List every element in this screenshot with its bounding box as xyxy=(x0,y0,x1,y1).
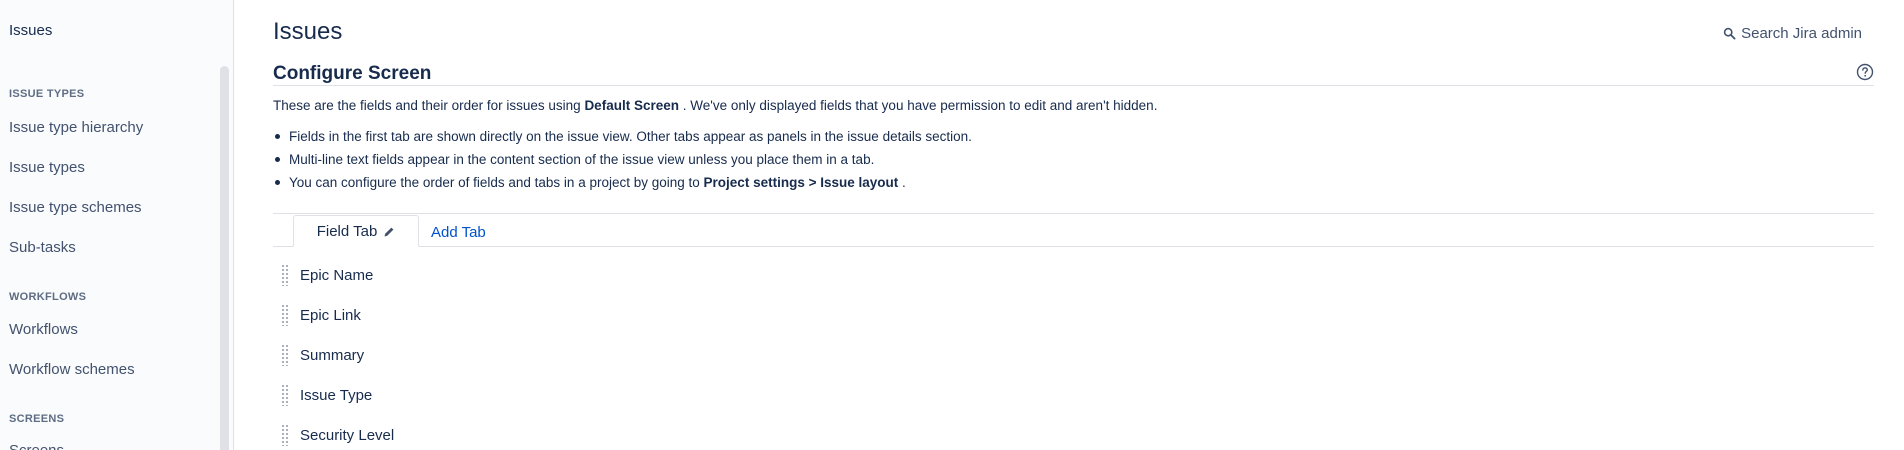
sidebar-item-screens[interactable]: Screens xyxy=(9,442,64,450)
configure-screen-title: Configure Screen xyxy=(273,63,432,84)
pencil-icon[interactable] xyxy=(383,225,395,237)
page-title: Issues xyxy=(273,18,343,45)
search-jira-admin-button[interactable]: Search Jira admin xyxy=(1723,25,1862,42)
info-bullet-text: You can configure the order of fields an… xyxy=(289,175,700,190)
sidebar-scrollbar[interactable] xyxy=(220,66,229,450)
field-label: Epic Name xyxy=(300,266,374,284)
sidebar-item-issue-type-hierarchy[interactable]: Issue type hierarchy xyxy=(9,119,143,136)
project-settings-path: Project settings > Issue layout xyxy=(703,175,899,190)
section-divider xyxy=(273,85,1874,86)
field-label: Security Level xyxy=(300,426,395,444)
sidebar-section-issue-types: ISSUE TYPES xyxy=(9,88,85,100)
field-label: Summary xyxy=(300,346,365,364)
sidebar-item-issue-type-schemes[interactable]: Issue type schemes xyxy=(9,199,142,216)
app-root: Issues ISSUE TYPES Issue type hierarchy … xyxy=(0,0,1904,450)
tabs-bottom-divider xyxy=(273,246,1874,247)
drag-handle-icon[interactable] xyxy=(281,384,289,406)
drag-handle-icon[interactable] xyxy=(281,424,289,446)
drag-handle-icon[interactable] xyxy=(281,264,289,286)
drag-handle-icon[interactable] xyxy=(281,304,289,326)
screen-description: These are the fields and their order for… xyxy=(273,98,1157,113)
info-bullet: You can configure the order of fields an… xyxy=(273,174,972,197)
tabs-top-divider xyxy=(273,213,1874,214)
field-label: Issue Type xyxy=(300,386,373,404)
description-suffix: . We've only displayed fields that you h… xyxy=(682,98,1158,113)
sidebar-header[interactable]: Issues xyxy=(9,22,52,39)
sidebar-item-issue-types[interactable]: Issue types xyxy=(9,159,85,176)
info-bullet: Fields in the first tab are shown direct… xyxy=(273,128,972,151)
search-icon xyxy=(1723,27,1736,40)
sidebar: Issues ISSUE TYPES Issue type hierarchy … xyxy=(0,0,234,450)
sidebar-item-workflow-schemes[interactable]: Workflow schemes xyxy=(9,361,135,378)
sidebar-item-sub-tasks[interactable]: Sub-tasks xyxy=(9,239,76,256)
description-prefix: These are the fields and their order for… xyxy=(273,98,581,113)
info-bullet-text: . xyxy=(902,175,906,190)
field-row[interactable]: Epic Name xyxy=(273,260,373,290)
field-label: Epic Link xyxy=(300,306,361,324)
help-icon[interactable] xyxy=(1856,63,1874,81)
info-bullet-list: Fields in the first tab are shown direct… xyxy=(273,128,972,197)
drag-handle-icon[interactable] xyxy=(281,344,289,366)
field-row[interactable]: Epic Link xyxy=(273,300,361,330)
main-content: Issues Search Jira admin Configure Scree… xyxy=(234,0,1904,450)
field-row[interactable]: Issue Type xyxy=(273,380,372,410)
field-row[interactable]: Security Level xyxy=(273,420,394,450)
info-bullet: Multi-line text fields appear in the con… xyxy=(273,151,972,174)
info-bullet-text: Multi-line text fields appear in the con… xyxy=(289,152,875,167)
add-tab-link[interactable]: Add Tab xyxy=(431,224,486,241)
sidebar-item-workflows[interactable]: Workflows xyxy=(9,321,78,338)
description-screen-name: Default Screen xyxy=(584,98,679,113)
info-bullet-text: Fields in the first tab are shown direct… xyxy=(289,129,972,144)
search-jira-admin-label: Search Jira admin xyxy=(1741,25,1862,42)
tab-field-tab-label: Field Tab xyxy=(316,222,378,240)
tab-field-tab[interactable]: Field Tab xyxy=(293,215,419,247)
field-row[interactable]: Summary xyxy=(273,340,364,370)
sidebar-section-screens: SCREENS xyxy=(9,413,65,425)
sidebar-section-workflows: WORKFLOWS xyxy=(9,291,87,303)
